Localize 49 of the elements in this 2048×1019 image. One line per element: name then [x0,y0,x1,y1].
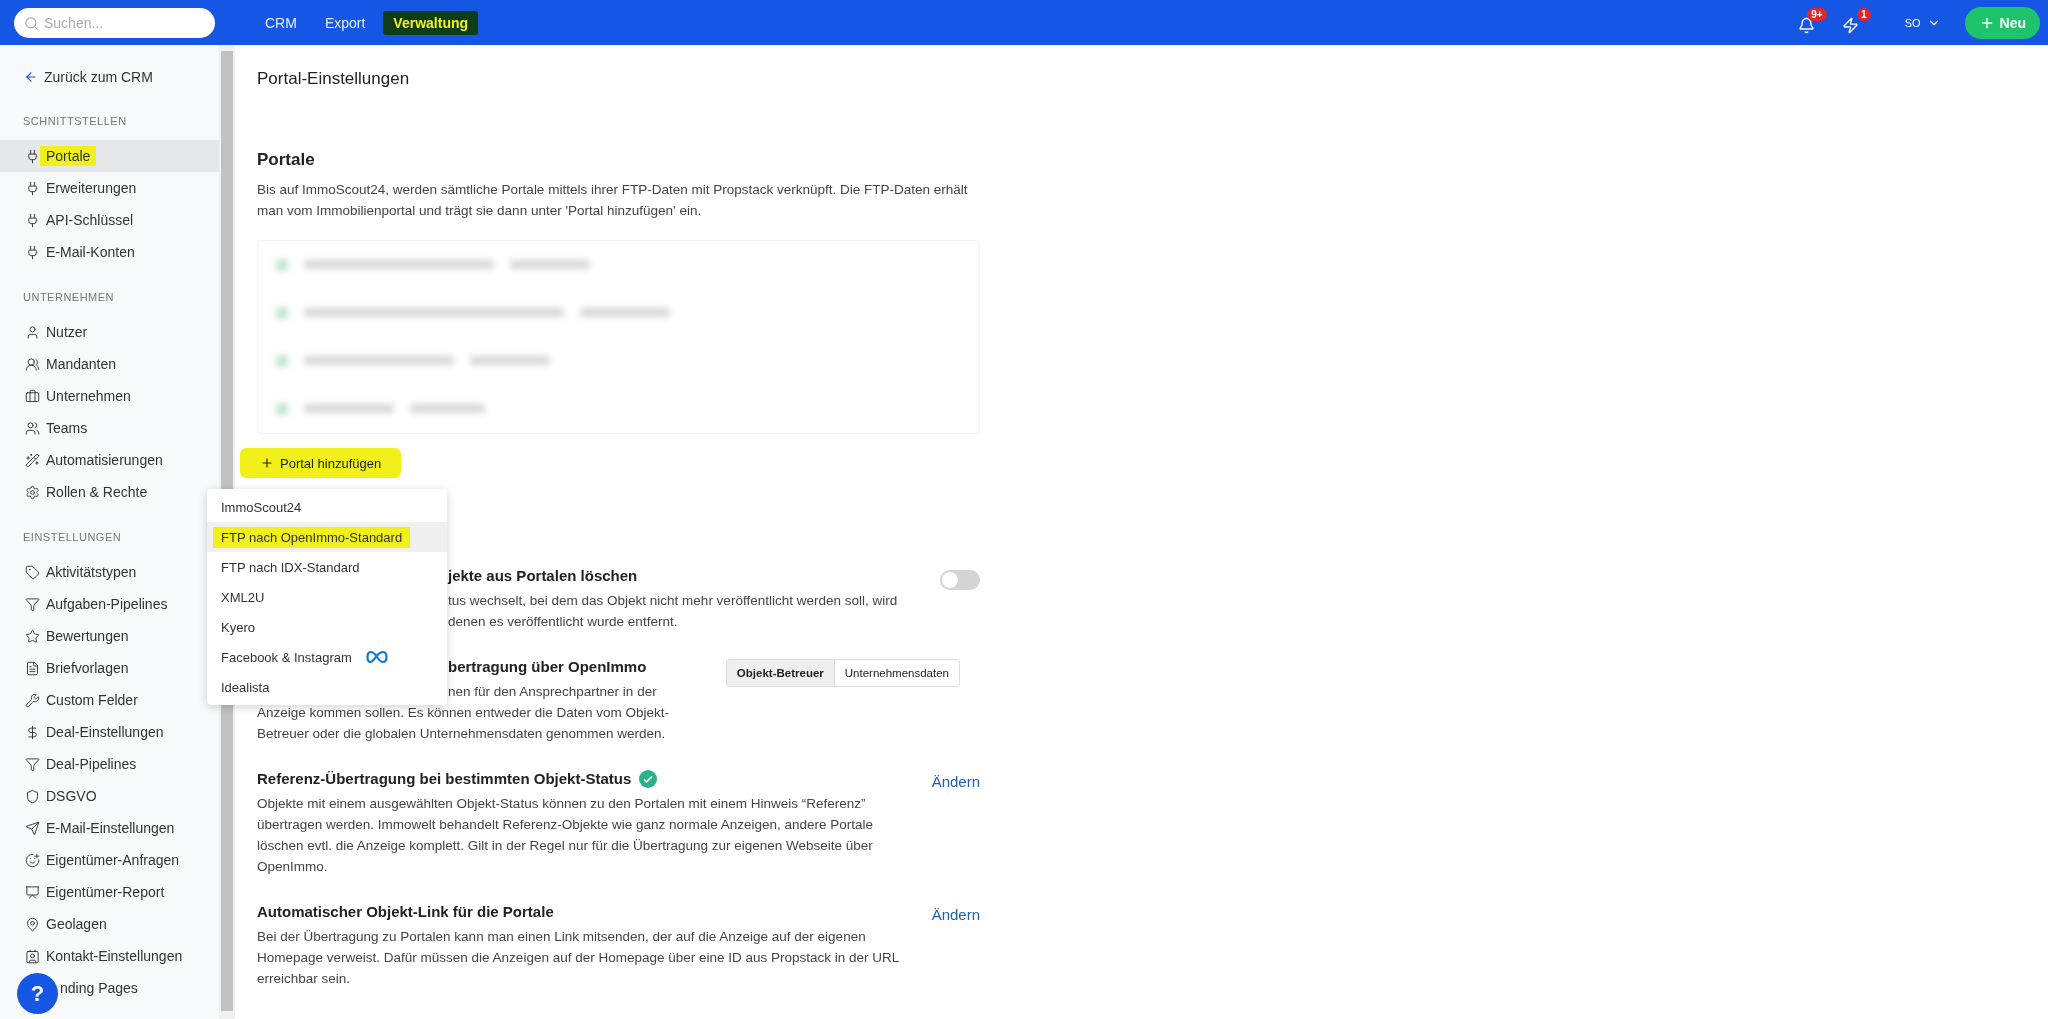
item-label: DSGVO [46,788,97,804]
menu-item-label: FTP nach IDX-Standard [221,559,360,575]
item-label: Deal-Einstellungen [46,724,164,740]
item-label: Nutzer [46,324,88,340]
menu-item-label: Idealista [221,679,270,695]
description-line: denen es veröffentlicht wurde entfernt. [448,613,678,631]
notification-badge: 1 [1857,8,1871,21]
item-label: E-Mail-Einstellungen [46,820,175,836]
setting-description: Bei der Übertragung zu Portalen kann man einen Link mitsenden, der auf die Anzeige auf der eigenen Homepage verweist. Dafür müssen die Anzeigen auf der Homepage über eine ID aus Propstack in der URL erreichbar sein. [257,928,900,988]
item-label: Automatisierungen [46,452,163,468]
setting-title: Automatischer Objekt-Link für die Portale [257,902,554,922]
item-label: Eigentümer-Anfragen [46,852,180,868]
page-title: Portal-Einstellungen [257,68,411,90]
section-label: UNTERNEHMEN [23,290,116,305]
setting-title: Referenz-Übertragung bei bestimmten Objekt-Status [257,767,658,791]
item-label: Erweiterungen [46,180,137,196]
item-label: Custom Felder [46,692,138,708]
menu-item-label: Kyero [221,619,255,635]
item-label: Kontakt-Einstellungen [46,948,183,964]
setting-title: jekte aus Portalen löschen [448,566,638,586]
item-label: E-Mail-Konten [46,244,135,260]
menu-item-label: ImmoScout24 [221,499,302,515]
item-label: Aufgaben-Pipelines [46,596,168,612]
menu-item-label: Facebook & Instagram [221,649,352,665]
item-label: Unternehmen [46,388,131,404]
item-label: Deal-Pipelines [46,756,137,772]
item-label: Rollen & Rechte [46,484,148,500]
setting-description: Objekte mit einem ausgewählten Objekt-Status können zu den Portalen mit einem Hinweis “Referenz” übertragen werden. Immowelt behandelt Referenz-Objekte wie ganz normale Anzeigen, andere Portale löschen evtl. die Anzeige komplett. Gilt in der Regel nur für die Übertragung zur eigenen Webseite über OpenImmo. [257,795,875,876]
section-heading: Portale [257,149,316,171]
item-label: nding Pages [60,980,138,996]
setting-title: bertragung über OpenImmo [448,657,647,677]
item-label: Eigentümer-Report [46,884,165,900]
description-line: nen für den Ansprechpartner in der [448,683,657,701]
item-label: Bewertungen [46,628,129,644]
item-label: Geolagen [46,916,107,932]
menu-item-label: XML2U [221,589,265,605]
item-label: Teams [46,420,88,436]
setting-description: Anzeige kommen sollen. Es können entweder die Daten vom Objekt-Betreuer oder die globalen Unternehmensdaten genommen werden. [257,704,670,743]
item-label: Briefvorlagen [46,660,129,676]
section-label: SCHNITTSTELLEN [23,114,128,129]
section-label: EINSTELLUNGEN [23,530,123,545]
notification-badge: 9+ [1807,8,1827,21]
item-label: Aktivitätstypen [46,564,137,580]
item-label: API-Schlüssel [46,212,134,228]
description-line: tus wechselt, bei dem das Objekt nicht mehr veröffentlicht werden soll, wird [448,592,898,610]
item-label: Mandanten [46,356,117,372]
description: Bis auf ImmoScout24, werden sämtliche Portale mittels ihrer FTP-Daten mit Propstack verknüpft. Die FTP-Daten erhält man vom Immobilienportal und trägt sie dann unter 'Portal hinzufügen' ein. [257,181,969,220]
item-label: Portale [40,146,97,166]
menu-item-label: FTP nach OpenImmo-Standard [213,526,411,548]
